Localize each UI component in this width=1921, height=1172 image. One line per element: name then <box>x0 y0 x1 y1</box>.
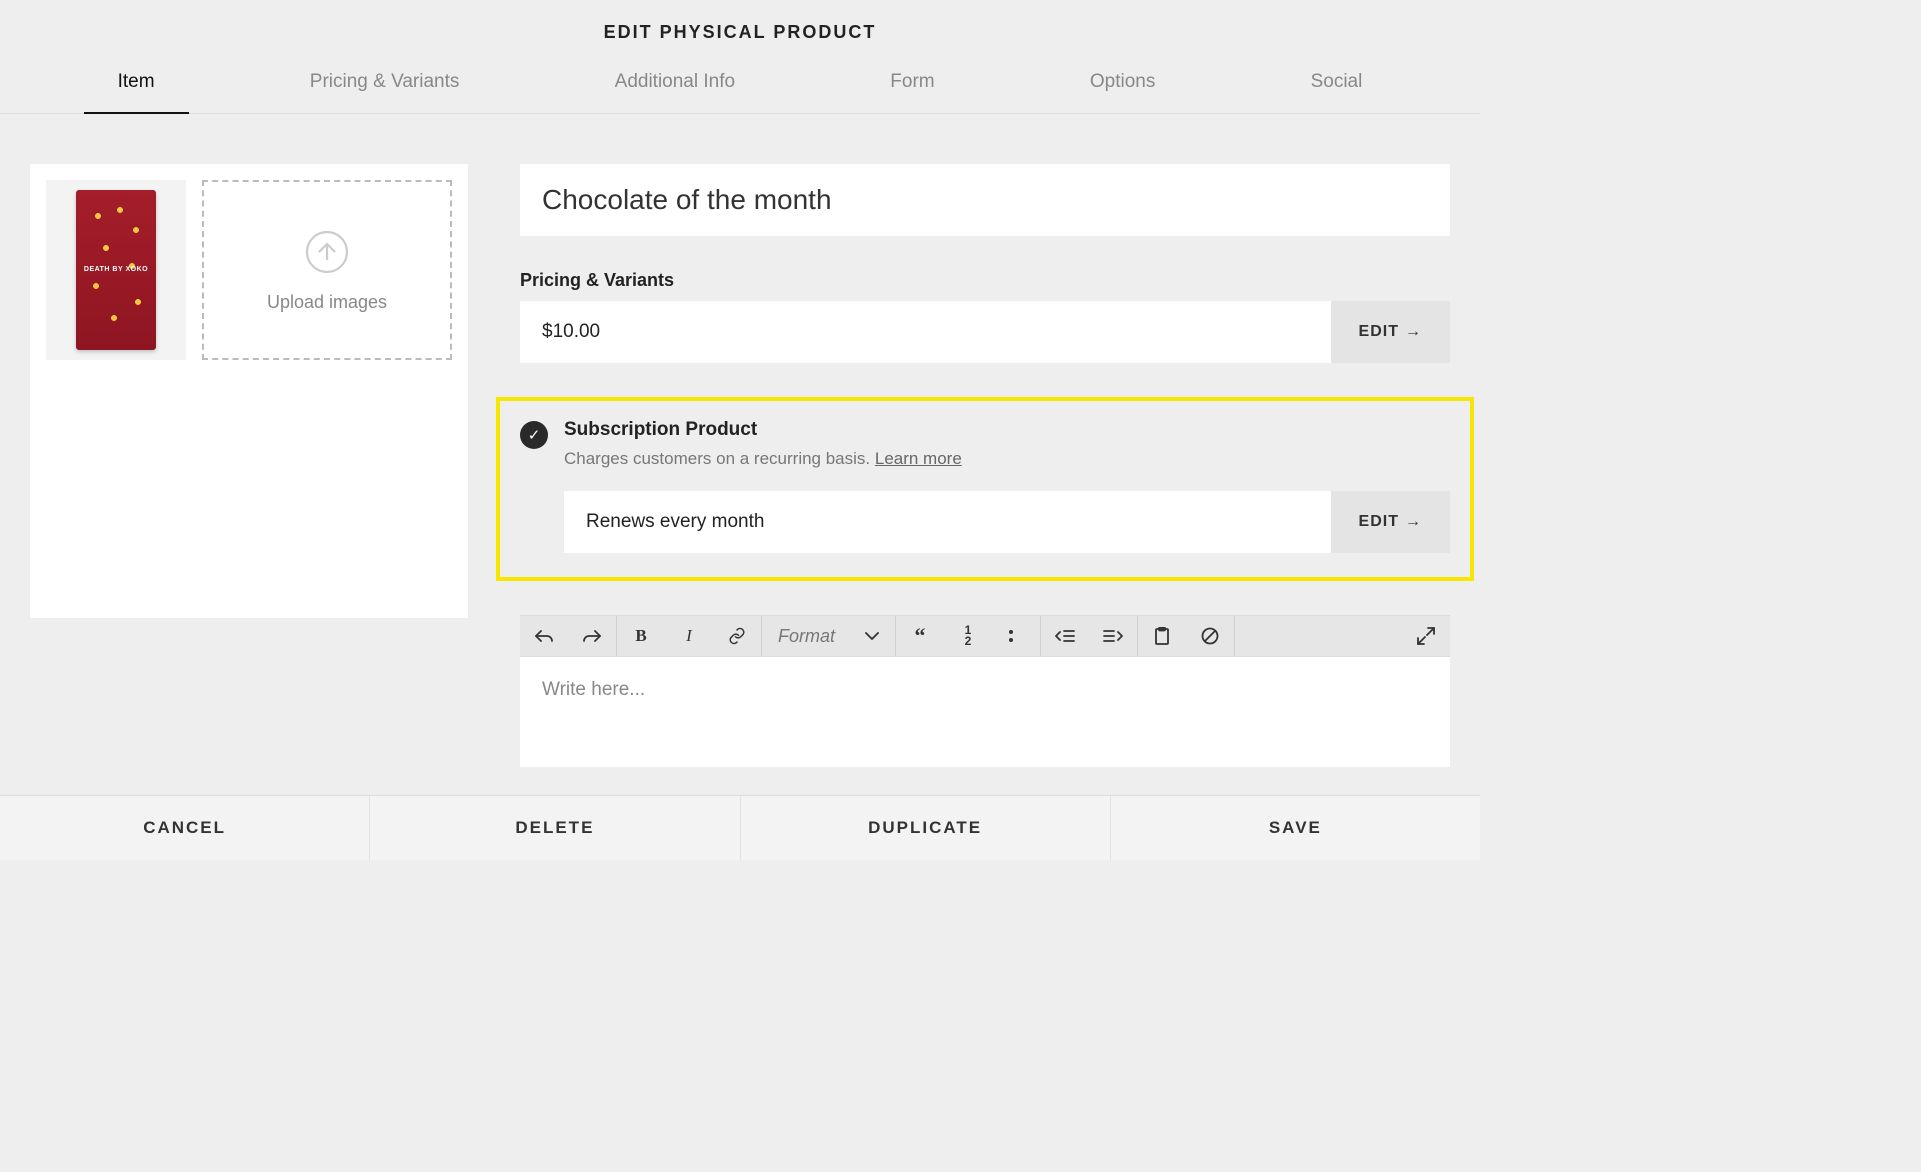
tabs: Item Pricing & Variants Additional Info … <box>0 53 1480 114</box>
save-button[interactable]: SAVE <box>1111 796 1480 860</box>
redo-icon <box>582 628 602 644</box>
link-icon <box>728 627 746 645</box>
page-title: EDIT PHYSICAL PRODUCT <box>0 0 1480 53</box>
chevron-down-icon <box>865 632 879 640</box>
arrow-right-icon: → <box>1405 323 1422 341</box>
subscription-desc-text: Charges customers on a recurring basis. <box>564 449 875 468</box>
upload-images-button[interactable]: Upload images <box>202 180 452 360</box>
product-thumbnail[interactable]: DEATH BY XOKO <box>46 180 186 360</box>
bullet-list-icon <box>1008 629 1024 643</box>
italic-button[interactable]: I <box>665 616 713 656</box>
pricing-edit-label: EDIT <box>1359 323 1399 341</box>
upload-images-label: Upload images <box>267 292 387 313</box>
tab-social[interactable]: Social <box>1277 53 1397 113</box>
indent-icon <box>1103 629 1123 643</box>
subscription-edit-label: EDIT <box>1359 513 1399 531</box>
cancel-button[interactable]: CANCEL <box>0 796 370 860</box>
expand-button[interactable] <box>1402 616 1450 656</box>
clear-format-button[interactable] <box>1186 616 1234 656</box>
arrow-right-icon: → <box>1405 513 1422 531</box>
tab-options[interactable]: Options <box>1056 53 1189 113</box>
delete-button[interactable]: DELETE <box>370 796 740 860</box>
italic-icon: I <box>686 626 692 646</box>
bold-icon: B <box>635 626 646 646</box>
product-name-input[interactable] <box>520 164 1450 236</box>
outdent-icon <box>1055 629 1075 643</box>
indent-button[interactable] <box>1089 616 1137 656</box>
numbered-list-icon: 12 <box>965 625 972 647</box>
subscription-highlight: ✓ Subscription Product Charges customers… <box>496 397 1474 581</box>
duplicate-button[interactable]: DUPLICATE <box>741 796 1111 860</box>
chocolate-brand-label: DEATH BY XOKO <box>84 266 148 274</box>
tab-pricing-variants[interactable]: Pricing & Variants <box>276 53 494 113</box>
pricing-value: $10.00 <box>520 301 1331 363</box>
description-editor: B I Format <box>520 615 1450 767</box>
description-textarea[interactable]: Write here... <box>520 657 1450 767</box>
quote-icon: “ <box>915 623 926 649</box>
format-label: Format <box>778 626 835 647</box>
redo-button[interactable] <box>568 616 616 656</box>
upload-icon <box>303 228 351 276</box>
subscription-edit-button[interactable]: EDIT → <box>1331 491 1450 553</box>
subscription-title: Subscription Product <box>564 419 1450 441</box>
footer-actions: CANCEL DELETE DUPLICATE SAVE <box>0 795 1480 860</box>
tab-form[interactable]: Form <box>856 53 968 113</box>
pricing-section-label: Pricing & Variants <box>520 270 1450 291</box>
tab-item[interactable]: Item <box>84 53 189 113</box>
clipboard-button[interactable] <box>1138 616 1186 656</box>
subscription-description: Charges customers on a recurring basis. … <box>564 449 1450 469</box>
undo-icon <box>534 628 554 644</box>
outdent-button[interactable] <box>1041 616 1089 656</box>
format-dropdown[interactable]: Format <box>762 616 895 656</box>
expand-icon <box>1417 627 1435 645</box>
subscription-checkbox[interactable]: ✓ <box>520 421 548 449</box>
image-panel: DEATH BY XOKO Upload images <box>30 164 468 618</box>
tab-additional-info[interactable]: Additional Info <box>581 53 769 113</box>
numbered-list-button[interactable]: 12 <box>944 616 992 656</box>
pricing-edit-button[interactable]: EDIT → <box>1331 301 1450 363</box>
quote-button[interactable]: “ <box>896 616 944 656</box>
bullet-list-button[interactable] <box>992 616 1040 656</box>
undo-button[interactable] <box>520 616 568 656</box>
chocolate-bar-image: DEATH BY XOKO <box>76 190 156 350</box>
clear-format-icon <box>1201 627 1219 645</box>
check-icon: ✓ <box>528 426 541 444</box>
clipboard-icon <box>1154 627 1170 645</box>
link-button[interactable] <box>713 616 761 656</box>
bold-button[interactable]: B <box>617 616 665 656</box>
subscription-learn-more-link[interactable]: Learn more <box>875 449 962 468</box>
subscription-renew-text: Renews every month <box>564 491 1331 553</box>
